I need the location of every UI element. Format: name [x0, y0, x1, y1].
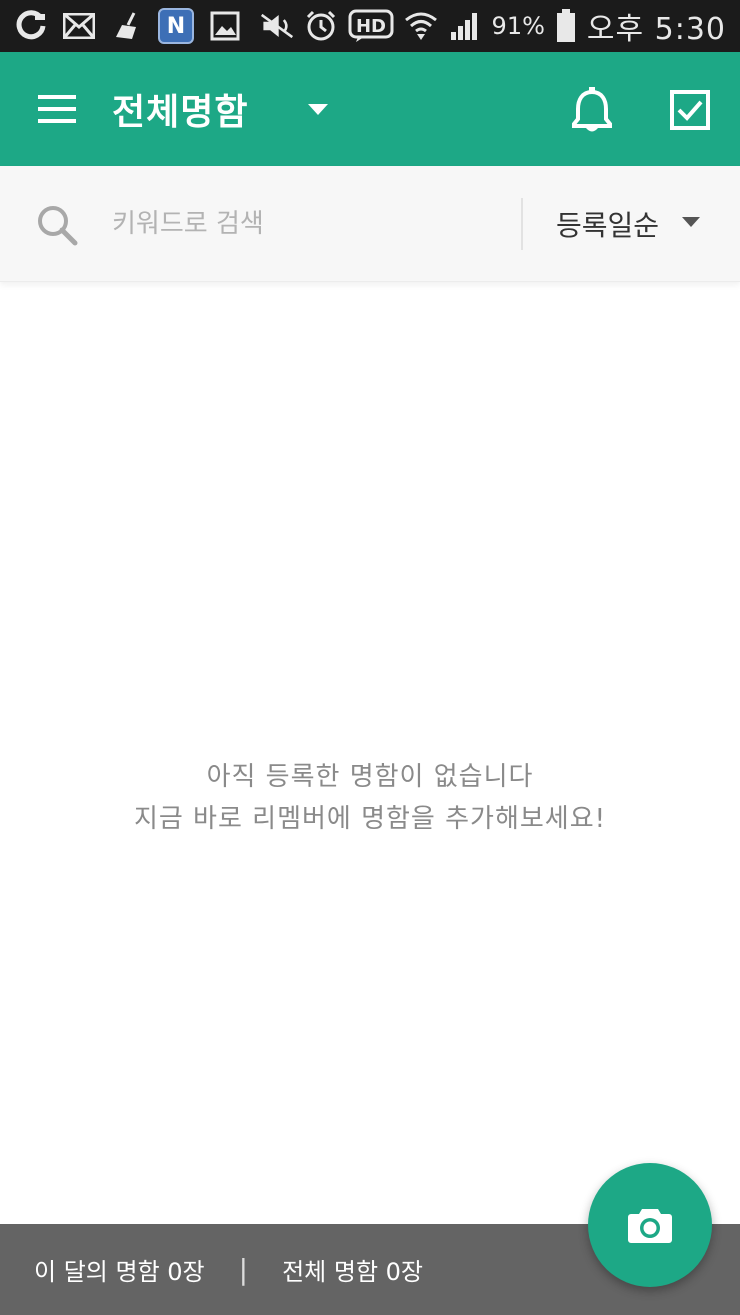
- n-app-icon: N: [158, 8, 194, 44]
- select-mode-button[interactable]: [664, 84, 716, 136]
- sort-dropdown[interactable]: 등록일순: [540, 196, 720, 252]
- empty-state-line-2: 지금 바로 리멤버에 명함을 추가해보세요!: [133, 804, 607, 834]
- mail-icon: [62, 9, 96, 43]
- menu-button[interactable]: [30, 85, 86, 133]
- empty-state-message: 아직 등록한 명함이 없습니다 지금 바로 리멤버에 명함을 추가해보세요!: [0, 756, 740, 840]
- status-bar: N HD 91% 오후 5:30: [0, 0, 740, 52]
- title-dropdown-button[interactable]: [300, 100, 336, 120]
- broom-icon: [110, 9, 144, 43]
- wifi-icon: [404, 9, 438, 43]
- notifications-button[interactable]: [566, 84, 618, 136]
- search-divider: [521, 198, 523, 250]
- hd-label: HD: [356, 16, 386, 37]
- bell-icon: [572, 87, 612, 132]
- hd-icon: HD: [348, 9, 394, 43]
- clock: 오후 5:30: [586, 12, 726, 47]
- mute-icon: [260, 9, 294, 43]
- stats-separator: |: [238, 1253, 249, 1286]
- title-selector[interactable]: 전체명함: [112, 76, 248, 142]
- camera-icon: [628, 1209, 672, 1243]
- empty-state-line-1: 아직 등록한 명함이 없습니다: [206, 762, 534, 792]
- camera-fab-button[interactable]: [588, 1163, 712, 1287]
- page-title: 전체명함: [112, 92, 249, 133]
- battery-icon: [555, 9, 577, 43]
- menu-icon: [38, 95, 76, 123]
- checkbox-icon: [670, 90, 710, 130]
- search-bar: 등록일순: [0, 166, 740, 282]
- total-count: 전체 명함 0장: [282, 1258, 424, 1286]
- chevron-down-icon: [678, 214, 704, 230]
- search-icon: [38, 206, 78, 246]
- dropdown-caret-icon: [308, 104, 328, 115]
- app-bar: 전체명함: [0, 52, 740, 166]
- sort-label: 등록일순: [556, 209, 660, 242]
- search-button[interactable]: [34, 202, 80, 248]
- month-count: 이 달의 명함 0장: [34, 1258, 205, 1286]
- image-icon: [208, 9, 242, 43]
- signal-icon: [448, 9, 482, 43]
- battery-percent: 91%: [491, 12, 545, 40]
- o-app-icon: [14, 9, 48, 43]
- search-input[interactable]: [112, 198, 492, 250]
- alarm-icon: [304, 9, 338, 43]
